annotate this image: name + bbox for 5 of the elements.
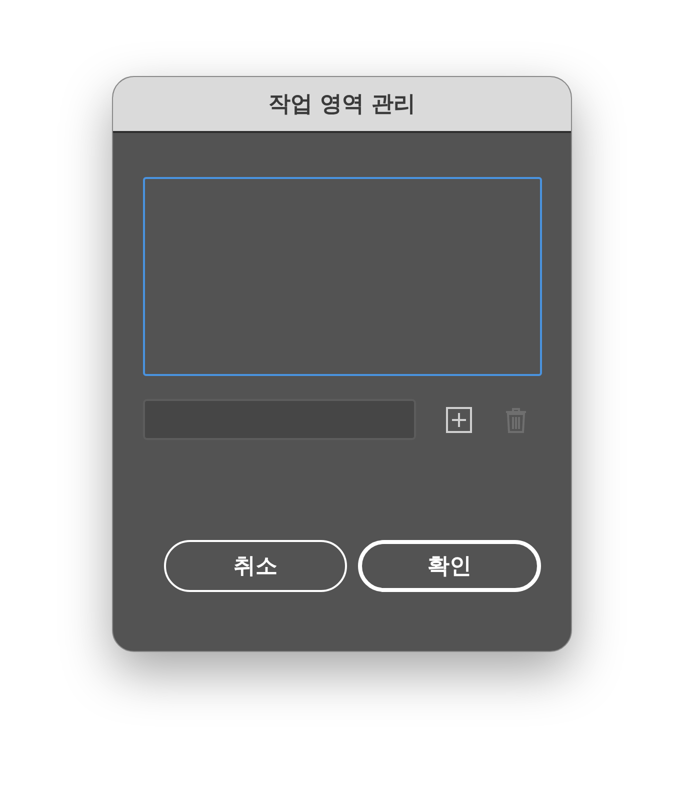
ok-button[interactable]: 확인 xyxy=(358,540,541,592)
workspace-list[interactable] xyxy=(143,177,542,376)
cancel-button[interactable]: 취소 xyxy=(164,540,347,592)
add-icon[interactable] xyxy=(446,406,472,432)
window-title: 작업 영역 관리 xyxy=(268,91,416,119)
